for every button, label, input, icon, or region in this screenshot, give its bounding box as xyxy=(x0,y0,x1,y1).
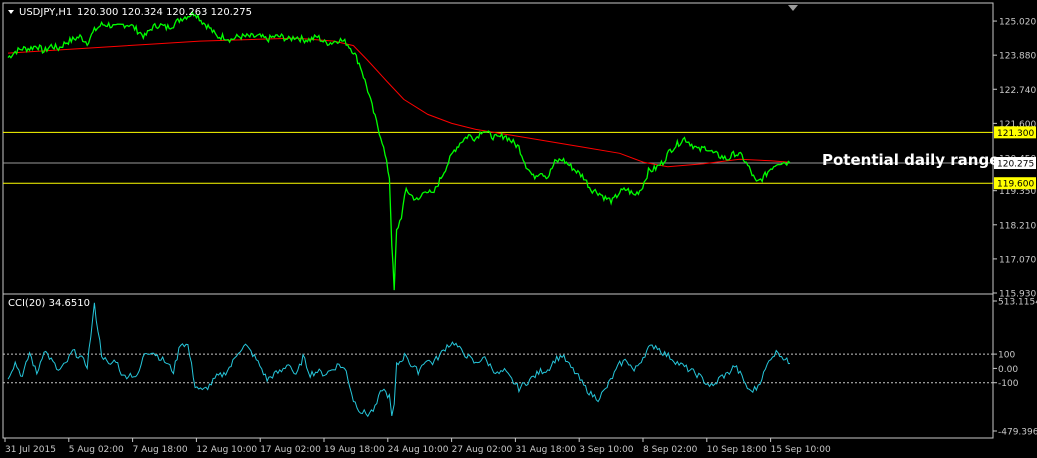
cci-tick-label: -479.3968 xyxy=(998,428,1037,438)
time-tick-label: 24 Aug 10:00 xyxy=(388,445,449,455)
chart-window[interactable]: 125.020123.880122.740121.600120.450119.3… xyxy=(0,0,1037,458)
range-annotation: Potential daily range xyxy=(822,151,999,169)
price-panel-frame xyxy=(2,2,994,295)
time-tick-label: 31 Aug 18:00 xyxy=(515,445,576,455)
cci-label: CCI(20) 34.6510 xyxy=(8,298,90,309)
price-tick-label: 118.210 xyxy=(999,221,1036,231)
time-tick-label: 15 Sep 10:00 xyxy=(771,445,831,455)
range-line-tag-label: 121.300 xyxy=(997,129,1034,139)
time-tick-label: 17 Aug 02:00 xyxy=(260,445,321,455)
cci-tick-label: 100 xyxy=(998,351,1015,361)
cci-panel-frame xyxy=(2,293,994,439)
cci-tick-label: -100 xyxy=(998,379,1019,389)
cci-tick-label: 513.1154 xyxy=(998,298,1037,308)
price-tick-label: 123.880 xyxy=(999,52,1036,62)
ohlc-label: 120.300 120.324 120.263 120.275 xyxy=(77,7,252,18)
moving-average-line xyxy=(7,37,791,168)
time-tick-label: 31 Jul 2015 xyxy=(5,445,56,455)
time-tick-label: 8 Sep 02:00 xyxy=(643,445,698,455)
cci-layer xyxy=(3,302,993,418)
shift-marker-icon[interactable] xyxy=(788,5,798,11)
price-tick-label: 122.740 xyxy=(999,86,1036,96)
axis-layer: 125.020123.880122.740121.600120.450119.3… xyxy=(4,18,1037,455)
price-tick-label: 125.020 xyxy=(999,18,1036,28)
price-line xyxy=(7,10,791,291)
cci-tick-label: 0.00 xyxy=(998,365,1018,375)
current-price-tag-label: 120.275 xyxy=(997,160,1034,170)
cci-line xyxy=(7,302,791,418)
time-tick-label: 5 Aug 02:00 xyxy=(69,445,124,455)
symbol-label: USDJPY,H1 xyxy=(19,7,72,18)
price-tick-label: 117.070 xyxy=(999,255,1036,265)
time-tick-label: 7 Aug 18:00 xyxy=(133,445,188,455)
time-tick-label: 27 Aug 02:00 xyxy=(452,445,513,455)
range-line-tag-label: 119.600 xyxy=(997,180,1034,190)
time-tick-label: 12 Aug 10:00 xyxy=(196,445,257,455)
menu-triangle-icon[interactable] xyxy=(8,10,14,14)
time-tick-label: 10 Sep 18:00 xyxy=(707,445,767,455)
time-tick-label: 3 Sep 10:00 xyxy=(579,445,634,455)
chart-canvas[interactable]: 125.020123.880122.740121.600120.450119.3… xyxy=(0,0,1037,458)
time-tick-label: 19 Aug 18:00 xyxy=(324,445,385,455)
